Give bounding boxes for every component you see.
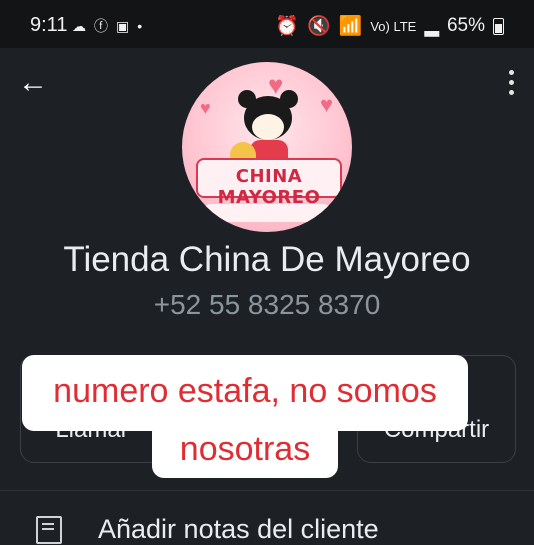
volte-icon: Vo) LTE — [370, 18, 417, 34]
menu-dot — [509, 90, 514, 95]
dot-icon: • — [137, 18, 143, 34]
annotation-bubble: nosotras — [152, 420, 338, 478]
contact-phone[interactable]: +52 55 8325 8370 — [0, 289, 534, 321]
logo-banner: CHINA MAYOREO — [196, 158, 342, 208]
add-notes-item[interactable]: Añadir notas del cliente — [98, 514, 379, 545]
logo-text: CHINA MAYOREO — [217, 166, 321, 208]
menu-dot — [509, 70, 514, 75]
status-time: 9:11 — [30, 14, 68, 36]
cloud-decoration — [202, 204, 332, 222]
notes-icon — [36, 516, 62, 544]
battery-percent: 65% — [446, 15, 485, 36]
annotation-line-2: nosotras — [179, 430, 311, 468]
divider — [0, 490, 534, 491]
more-vert-icon[interactable] — [509, 70, 514, 95]
wifi-icon: 📶 — [338, 16, 363, 37]
status-bar: 9:11 ☁ ⓕ ▣ • ⏰ 🔇 📶 Vo) LTE ▂ 65% — [0, 0, 534, 48]
girl-face — [252, 114, 284, 140]
heart-icon: ♥ — [200, 98, 211, 118]
facebook-icon: ⓕ — [94, 18, 108, 34]
avatar[interactable]: ♥ ♥ ♥ ♥ CHINA MAYOREO — [182, 62, 352, 232]
annotation-line-1: numero estafa, no somos — [53, 372, 437, 410]
mute-icon: 🔇 — [306, 16, 331, 37]
battery-icon — [493, 17, 504, 35]
status-left-icons: ☁ ⓕ ▣ • — [72, 16, 142, 36]
alarm-icon: ⏰ — [275, 16, 299, 37]
signal-icon: ▂ — [424, 15, 439, 37]
status-right-icons: ⏰ 🔇 📶 Vo) LTE ▂ 65% — [275, 14, 504, 38]
cloud-icon: ☁ — [72, 17, 86, 34]
heart-icon: ♥ — [320, 92, 334, 117]
menu-dot — [509, 80, 514, 85]
contact-name: Tienda China De Mayoreo — [63, 240, 471, 279]
back-arrow-icon[interactable]: ← — [18, 66, 48, 100]
gallery-icon: ▣ — [116, 17, 130, 34]
